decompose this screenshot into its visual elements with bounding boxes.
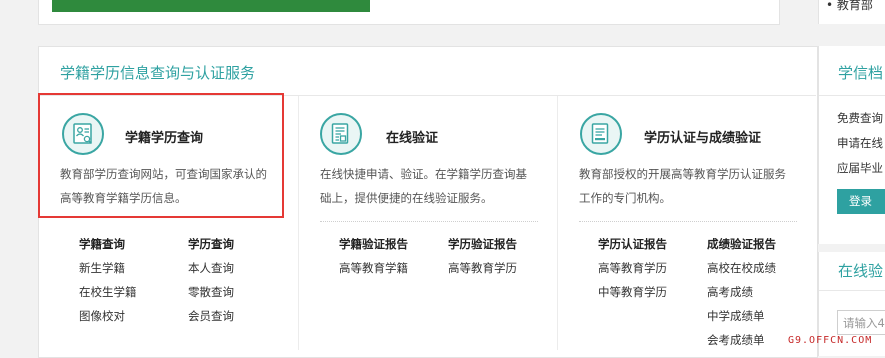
link-gaodeng-jiaoyu-xueli[interactable]: 高等教育学历 (598, 260, 667, 276)
link-gaoxiao-zaixiao-chengji[interactable]: 高校在校成绩 (707, 260, 776, 276)
verify-code-input[interactable]: 请输入4 (837, 310, 885, 335)
certificate-icon (580, 113, 622, 155)
service-title-online-verify[interactable]: 在线验证 (386, 127, 438, 146)
side-title: 学信档 (838, 64, 884, 82)
service-desc-line: 工作的专门机构。 (579, 191, 671, 205)
login-button[interactable]: 登录 (837, 189, 885, 214)
side-text-line: 免费查询 (837, 111, 883, 125)
link-group-head: 学籍查询 (79, 237, 125, 251)
watermark: G9.OFFCN.COM (788, 335, 873, 346)
link-group-head: 学历验证报告 (448, 237, 517, 251)
link-tuxiang-jiaodui[interactable]: 图像校对 (79, 308, 125, 324)
service-desc-line: 教育部授权的开展高等教育学历认证服务 (579, 167, 786, 181)
link-zaixiaosheng-xueji[interactable]: 在校生学籍 (79, 284, 137, 300)
link-huikao-chengjidan[interactable]: 会考成绩单 (707, 332, 765, 348)
link-zhongdeng-jiaoyu-xueli[interactable]: 中等教育学历 (598, 284, 667, 300)
link-group-head: 学籍验证报告 (339, 237, 408, 251)
link-gaokao-chengji[interactable]: 高考成绩 (707, 284, 753, 300)
dotted-divider (579, 221, 797, 222)
side-gap (818, 244, 885, 252)
divider (298, 96, 299, 350)
link-group-head: 学历查询 (188, 237, 234, 251)
highlight-box (38, 93, 284, 218)
dotted-divider (320, 221, 538, 222)
link-zhongxue-chengjidan[interactable]: 中学成绩单 (707, 308, 765, 324)
link-benren-chaxun[interactable]: 本人查询 (188, 260, 234, 276)
document-icon (320, 113, 362, 155)
service-title-certification[interactable]: 学历认证与成绩验证 (644, 127, 761, 146)
divider (557, 96, 558, 350)
divider (819, 95, 885, 96)
service-desc-line: 础上，提供便捷的在线验证服务。 (320, 191, 493, 205)
side-title-online-verify: 在线验 (838, 262, 884, 280)
divider (819, 290, 885, 291)
link-group-head: 成绩验证报告 (707, 237, 776, 251)
service-desc-line: 在线快捷申请、验证。在学籍学历查询基 (320, 167, 527, 181)
link-huiyuan-chaxun[interactable]: 会员查询 (188, 308, 234, 324)
link-xinsheng-xueji[interactable]: 新生学籍 (79, 260, 125, 276)
link-gaodeng-xueji[interactable]: 高等教育学籍 (339, 260, 408, 276)
link-group-head: 学历认证报告 (598, 237, 667, 251)
link-gaodeng-xueli[interactable]: 高等教育学历 (448, 260, 517, 276)
link-lingsan-chaxun[interactable]: 零散查询 (188, 284, 234, 300)
top-banner[interactable] (52, 0, 370, 12)
side-text-line: 应届毕业 (837, 161, 883, 175)
section-title: 学籍学历信息查询与认证服务 (60, 64, 256, 82)
top-right-text[interactable]: • 教育部 (826, 0, 873, 13)
side-text-line: 申请在线 (837, 136, 883, 150)
